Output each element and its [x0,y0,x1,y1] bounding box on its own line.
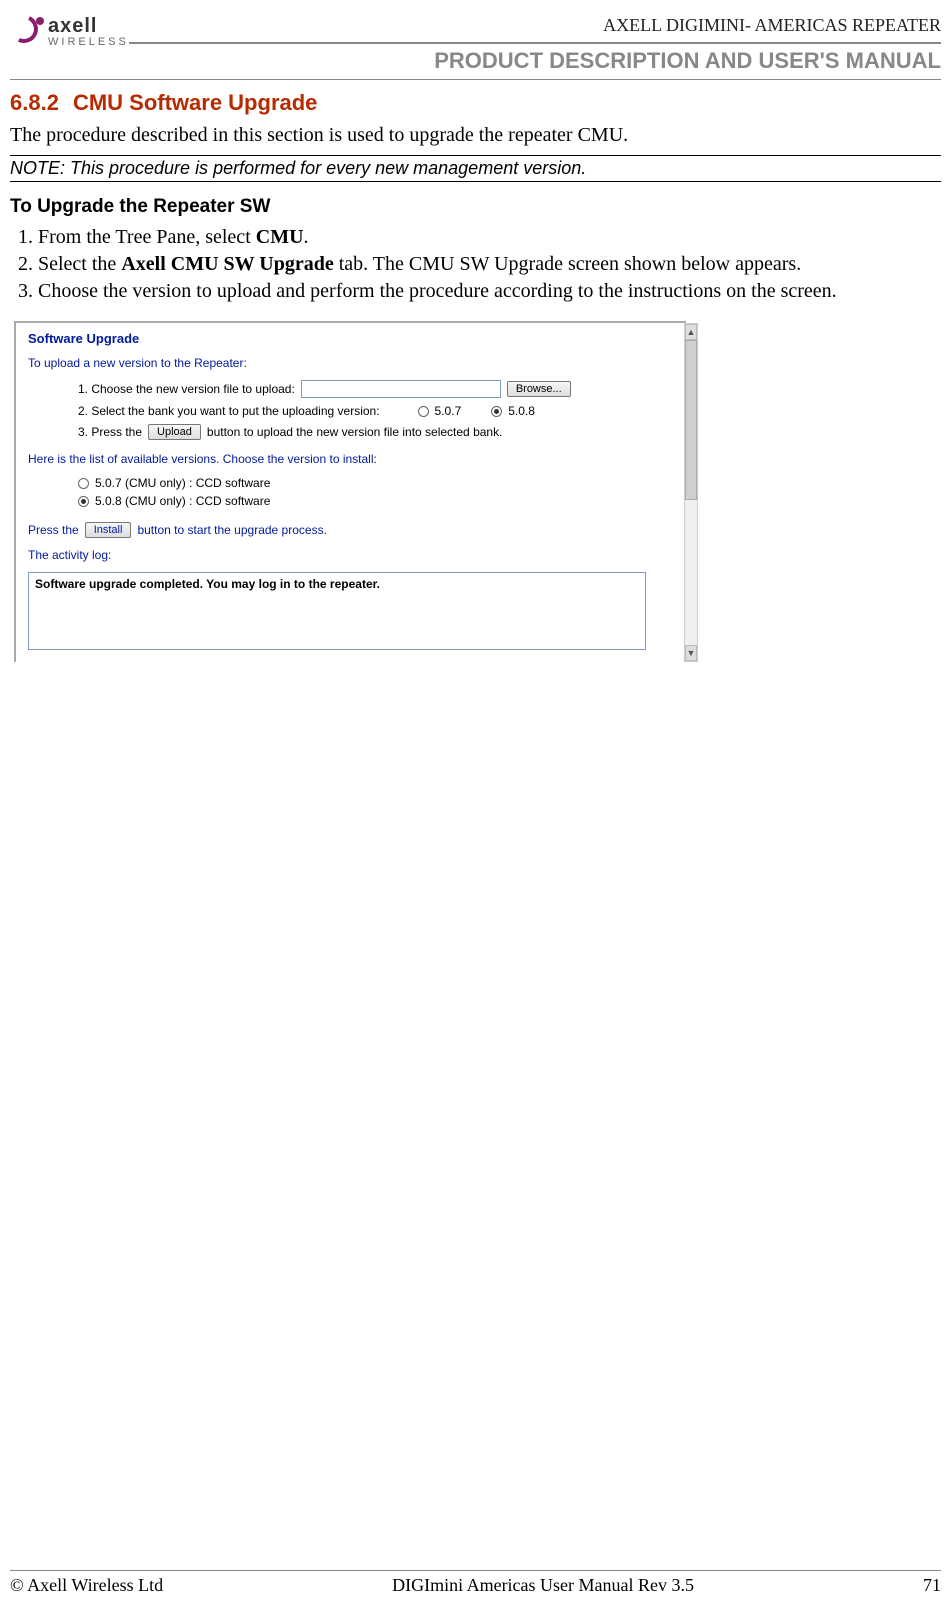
steps-list: From the Tree Pane, select CMU. Select t… [10,226,941,303]
page-footer: © Axell Wireless Ltd DIGImini Americas U… [10,1570,941,1596]
footer-copyright: © Axell Wireless Ltd [10,1575,163,1596]
activity-log-box[interactable]: Software upgrade completed. You may log … [28,572,646,650]
section-number: 6.8.2 [10,90,59,115]
bank-radio-508[interactable] [491,406,502,417]
logo-mark-icon [10,15,44,49]
section-intro: The procedure described in this section … [10,124,941,147]
step-item: From the Tree Pane, select CMU. [38,226,941,249]
doc-title: AXELL DIGIMINI- AMERICAS REPEATER [129,15,941,36]
version-list: 5.0.7 (CMU only) : CCD software 5.0.8 (C… [28,476,674,508]
section-heading: 6.8.2 CMU Software Upgrade [10,90,941,116]
logo-subtext: WIRELESS [48,36,129,48]
note-block: NOTE: This procedure is performed for ev… [10,155,941,182]
scrollbar[interactable]: ▲ ▼ [684,323,698,662]
scroll-thumb[interactable] [685,340,697,500]
version-radio-507[interactable] [78,478,89,489]
step-item: Choose the version to upload and perform… [38,280,941,303]
scroll-down-icon[interactable]: ▼ [685,645,697,661]
version-radio-508[interactable] [78,496,89,507]
scr-install-line: Press the Install button to start the up… [28,522,674,538]
activity-log-text: Software upgrade completed. You may log … [35,577,380,591]
page-header: axell WIRELESS AXELL DIGIMINI- AMERICAS … [10,15,941,80]
scr-step1: 1. Choose the new version file to upload… [28,380,674,398]
scr-intro: To upload a new version to the Repeater: [28,356,674,370]
version-item: 5.0.8 (CMU only) : CCD software [78,494,674,508]
logo: axell WIRELESS [10,15,129,49]
step-item: Select the Axell CMU SW Upgrade tab. The… [38,253,941,276]
logo-brand: axell [48,16,129,36]
upload-button[interactable]: Upload [148,424,201,440]
scroll-up-icon[interactable]: ▲ [685,324,697,340]
scr-step3: 3. Press the Upload button to upload the… [28,424,674,440]
bank-radio-507[interactable] [418,406,429,417]
file-path-input[interactable] [301,380,501,398]
browse-button[interactable]: Browse... [507,381,571,397]
doc-subtitle: PRODUCT DESCRIPTION AND USER'S MANUAL [129,42,941,74]
footer-page-number: 71 [923,1575,941,1596]
install-button[interactable]: Install [85,522,132,538]
section-title: CMU Software Upgrade [73,90,317,115]
sub-heading: To Upgrade the Repeater SW [10,196,941,218]
embedded-screenshot: Software Upgrade To upload a new version… [14,321,686,662]
version-item: 5.0.7 (CMU only) : CCD software [78,476,674,490]
footer-doc-title: DIGImini Americas User Manual Rev 3.5 [392,1575,694,1596]
activity-log-label: The activity log: [28,548,674,562]
scr-title: Software Upgrade [28,331,674,346]
scr-step2: 2. Select the bank you want to put the u… [28,404,674,418]
scr-available-heading: Here is the list of available versions. … [28,452,674,466]
